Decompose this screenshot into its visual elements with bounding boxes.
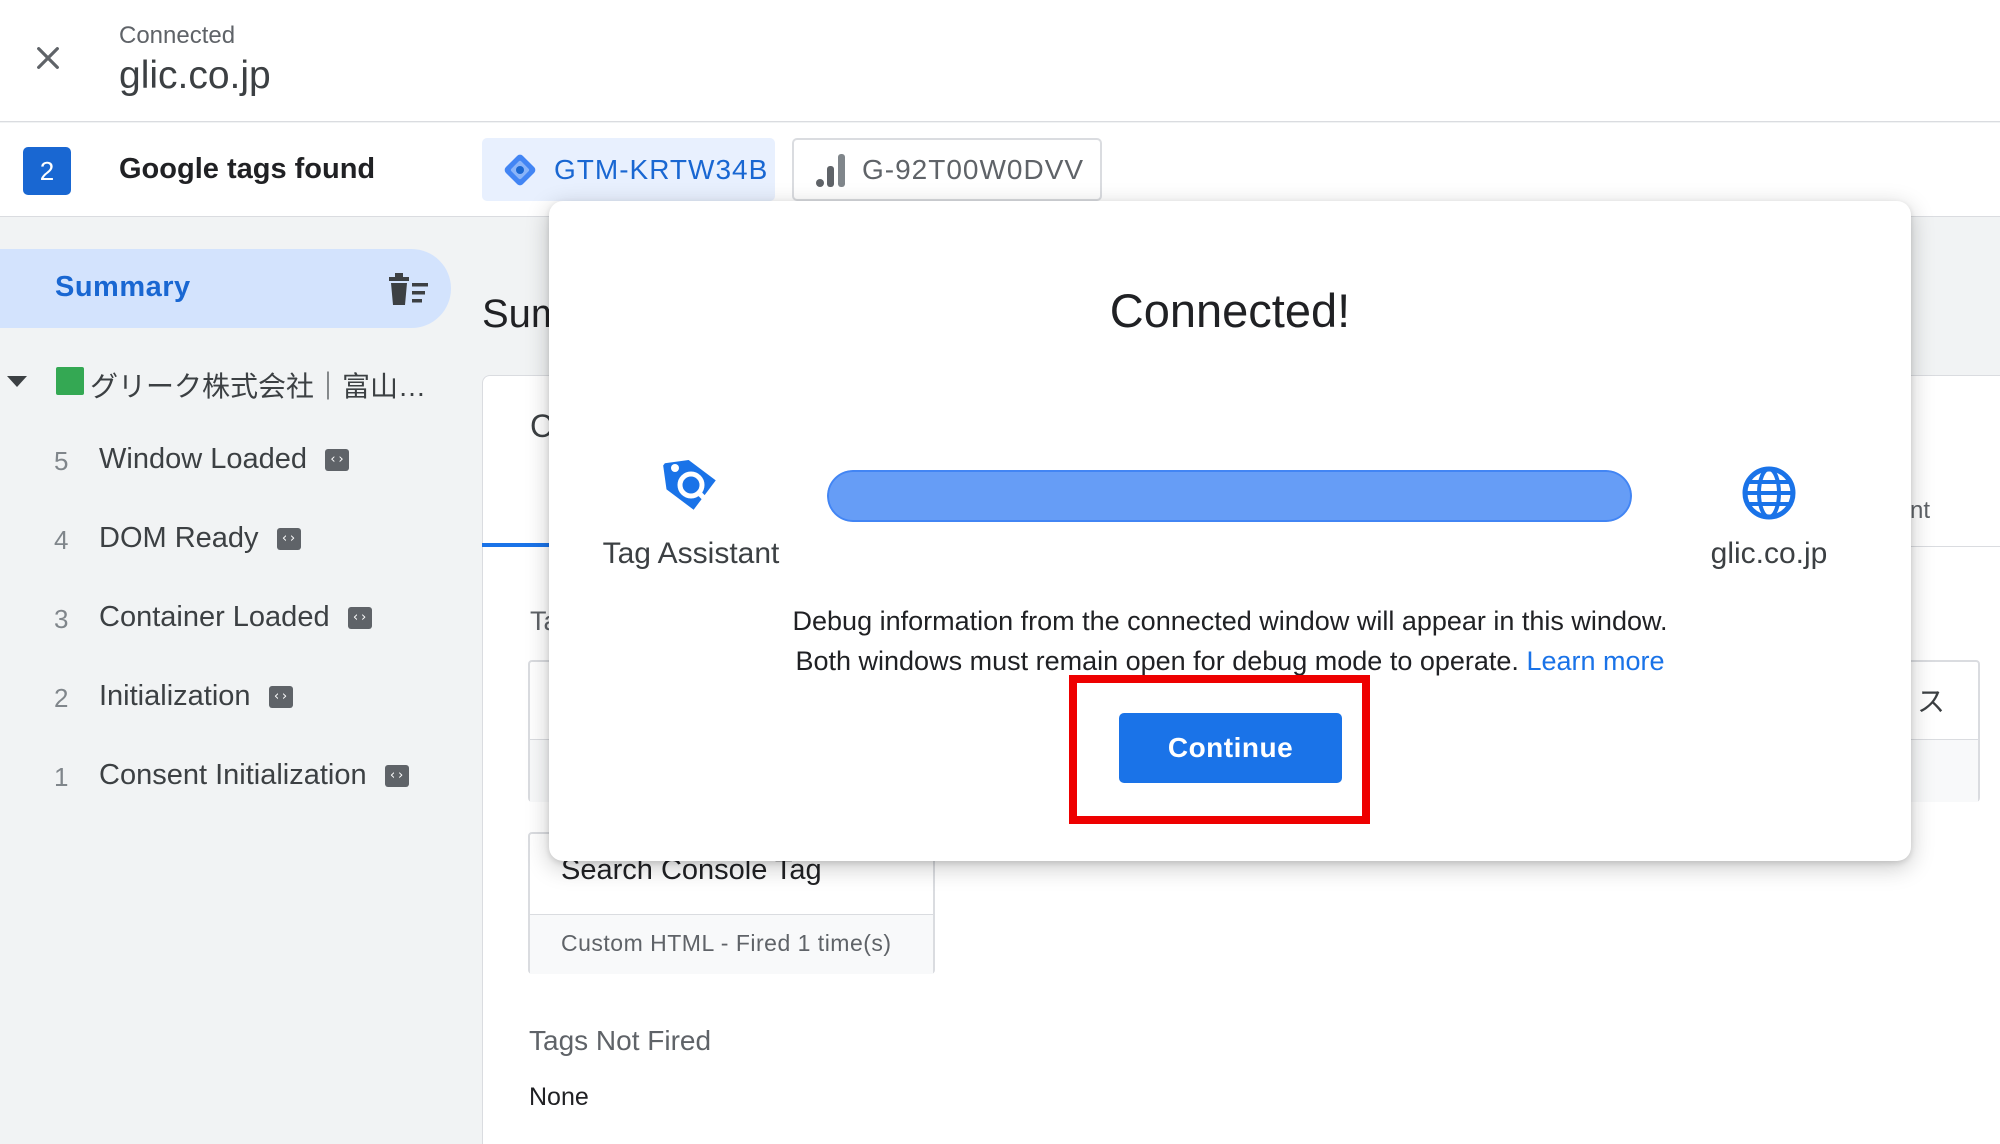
right-card-fragment: ス: [1917, 686, 1946, 717]
tag-meta-area: Custom HTML - Fired 1 time(s): [530, 914, 933, 974]
code-icon: ‹›: [268, 686, 293, 709]
event-label: Window Loaded: [99, 443, 307, 475]
event-label: Container Loaded: [99, 601, 330, 633]
chip-gtm-label: GTM-KRTW34B: [554, 153, 769, 185]
event-item-window-loaded[interactable]: 5 Window Loaded ‹›: [0, 437, 482, 487]
dialog-description: Debug information from the connected win…: [549, 601, 1911, 681]
close-icon: [37, 47, 59, 69]
tags-not-fired-heading: Tags Not Fired: [529, 1025, 712, 1056]
active-tab-indicator: [482, 543, 554, 547]
description-line-2-text: Both windows must remain open for debug …: [795, 646, 1519, 676]
progress-fill: [827, 470, 1632, 522]
tag-assistant-label: Tag Assistant: [602, 537, 780, 570]
code-icon: ‹›: [276, 528, 301, 551]
tags-found-label: Google tags found: [119, 153, 376, 185]
tags-not-fired-value: None: [529, 1083, 589, 1111]
summary-label: Summary: [55, 271, 191, 303]
code-icon: ‹›: [384, 765, 409, 788]
site-name: glic.co.jp: [119, 54, 271, 97]
code-icon: ‹›: [347, 607, 372, 630]
event-item-dom-ready[interactable]: 4 DOM Ready ‹›: [0, 516, 482, 566]
code-icon: ‹›: [324, 449, 349, 472]
event-number: 2: [54, 683, 69, 713]
event-item-initialization[interactable]: 2 Initialization ‹›: [0, 674, 482, 724]
page-node[interactable]: グリーク株式会社｜富山…: [0, 358, 482, 406]
sidebar-item-summary[interactable]: Summary: [0, 249, 451, 328]
delete-all-icon[interactable]: [387, 269, 431, 309]
event-label: Initialization: [99, 680, 251, 712]
event-label: Consent Initialization: [99, 759, 367, 791]
event-number: 5: [54, 446, 69, 476]
page-status-square-icon: [56, 367, 84, 395]
dialog-title: Connected!: [1109, 284, 1351, 337]
event-label: DOM Ready: [99, 522, 259, 554]
connection-status: Connected: [119, 22, 236, 49]
right-tab-fragment[interactable]: nt: [1910, 497, 1930, 525]
chip-ga4-label: G-92T00W0DVV: [862, 153, 1085, 185]
tag-assistant-app: Connected glic.co.jp 2 Google tags found…: [0, 0, 2000, 1144]
event-number: 4: [54, 525, 69, 555]
chip-gtm-container[interactable]: GTM-KRTW34B: [482, 138, 775, 201]
page-title: グリーク株式会社｜富山…: [90, 371, 427, 402]
event-item-consent-initialization[interactable]: 1 Consent Initialization ‹›: [0, 753, 482, 803]
annotation-highlight-box: [1069, 675, 1370, 824]
connection-progress-bar: [827, 470, 1632, 522]
tag-meta: Custom HTML - Fired 1 time(s): [561, 930, 892, 956]
caret-down-icon[interactable]: [7, 376, 27, 387]
tag-assistant-icon: [663, 459, 716, 510]
tags-count-badge: 2: [23, 147, 71, 195]
site-label: glic.co.jp: [1710, 537, 1828, 570]
chip-ga4-property[interactable]: G-92T00W0DVV: [792, 138, 1102, 201]
close-button[interactable]: [24, 34, 72, 82]
analytics-bars-icon: [816, 153, 845, 187]
gtm-diamond-icon: [504, 154, 536, 185]
learn-more-link[interactable]: Learn more: [1526, 646, 1664, 676]
top-bar: Connected glic.co.jp: [0, 0, 2000, 122]
description-line-1: Debug information from the connected win…: [792, 606, 1668, 636]
event-number: 1: [54, 762, 69, 792]
event-item-container-loaded[interactable]: 3 Container Loaded ‹›: [0, 595, 482, 645]
globe-icon: [1742, 466, 1796, 520]
event-number: 3: [54, 604, 69, 634]
